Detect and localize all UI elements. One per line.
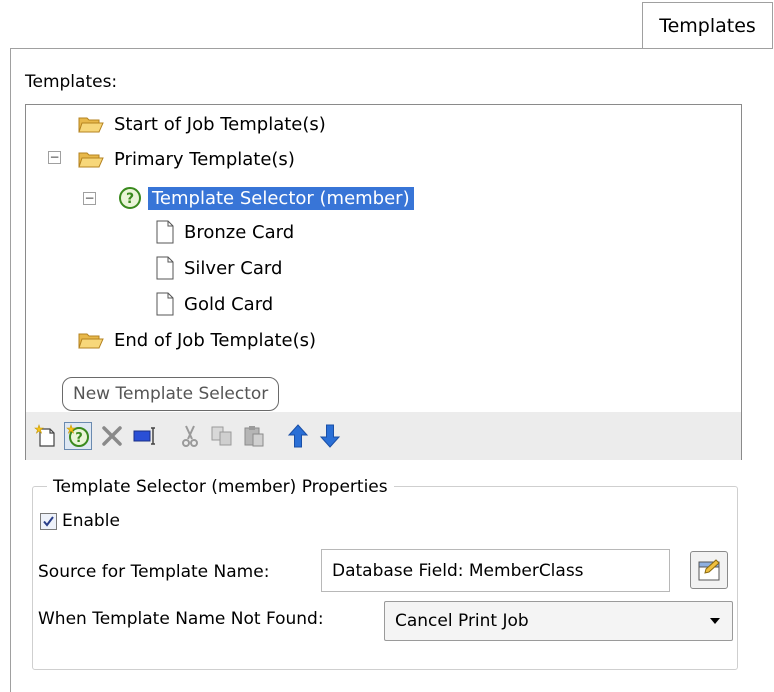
collapse-primary-toggle[interactable]: − — [48, 151, 61, 164]
tree-item-label-selected: Template Selector (member) — [148, 186, 414, 210]
paste-button[interactable] — [240, 422, 268, 450]
properties-group-title: Template Selector (member) Properties — [47, 477, 394, 497]
source-template-name-value: Database Field: MemberClass — [332, 560, 584, 581]
cut-button[interactable] — [176, 422, 204, 450]
delete-button[interactable] — [98, 422, 126, 450]
cut-icon — [182, 425, 198, 447]
folder-open-icon — [78, 152, 104, 168]
new-template-button[interactable] — [32, 422, 60, 450]
tree-item-end-of-job[interactable]: End of Job Template(s) — [78, 325, 316, 355]
tree-item-label: Gold Card — [184, 293, 274, 315]
not-found-label: When Template Name Not Found: — [38, 609, 324, 629]
tree-item-label: Silver Card — [184, 257, 283, 279]
collapse-selector-toggle[interactable]: − — [83, 192, 96, 205]
new-template-icon — [34, 424, 55, 447]
browse-source-button[interactable] — [690, 551, 728, 589]
source-template-name-label: Source for Template Name: — [38, 562, 270, 582]
browse-icon — [698, 559, 720, 581]
tree-item-silver-card[interactable]: Silver Card — [156, 253, 282, 283]
move-down-button[interactable] — [316, 422, 344, 450]
enable-checkbox[interactable] — [40, 513, 57, 530]
new-template-selector-button[interactable]: ? — [64, 422, 92, 450]
tree-item-start-of-job[interactable]: Start of Job Template(s) — [78, 109, 326, 139]
document-icon — [156, 292, 174, 316]
paste-icon — [244, 426, 264, 447]
tree-item-template-selector[interactable]: ? Template Selector (member) — [118, 183, 414, 213]
copy-icon — [211, 426, 232, 446]
templates-section-label: Templates: — [25, 72, 118, 92]
copy-button[interactable] — [208, 422, 236, 450]
svg-text:?: ? — [75, 431, 83, 446]
delete-icon — [102, 426, 122, 446]
tree-item-label: Start of Job Template(s) — [114, 113, 326, 135]
tree-item-label: End of Job Template(s) — [114, 329, 317, 351]
chevron-down-icon — [710, 618, 720, 624]
source-template-name-field[interactable]: Database Field: MemberClass — [321, 549, 670, 592]
template-toolbar: ? — [25, 412, 742, 460]
not-found-action-value: Cancel Print Job — [395, 611, 529, 631]
tab-templates[interactable]: Templates — [642, 2, 773, 49]
checkmark-icon — [43, 516, 54, 527]
document-icon — [156, 220, 174, 244]
move-up-button[interactable] — [284, 422, 312, 450]
tree-item-primary[interactable]: Primary Template(s) — [78, 144, 295, 174]
folder-icon — [78, 333, 104, 349]
tooltip: New Template Selector — [62, 377, 280, 411]
new-template-selector-icon: ? — [66, 424, 89, 447]
rename-button[interactable] — [132, 422, 160, 450]
template-tree[interactable]: Start of Job Template(s) − Primary Templ… — [25, 104, 742, 413]
document-icon — [156, 256, 174, 280]
tree-item-bronze-card[interactable]: Bronze Card — [156, 217, 294, 247]
svg-text:?: ? — [126, 191, 134, 207]
move-down-icon — [319, 424, 341, 448]
rename-icon — [133, 427, 155, 445]
tree-item-label: Primary Template(s) — [114, 148, 295, 170]
folder-icon — [78, 117, 104, 133]
tree-item-label: Bronze Card — [184, 221, 295, 243]
not-found-action-select[interactable]: Cancel Print Job — [384, 601, 733, 641]
question-icon: ? — [119, 187, 141, 209]
tree-item-gold-card[interactable]: Gold Card — [156, 289, 273, 319]
enable-label: Enable — [62, 511, 120, 531]
move-up-icon — [287, 424, 309, 448]
